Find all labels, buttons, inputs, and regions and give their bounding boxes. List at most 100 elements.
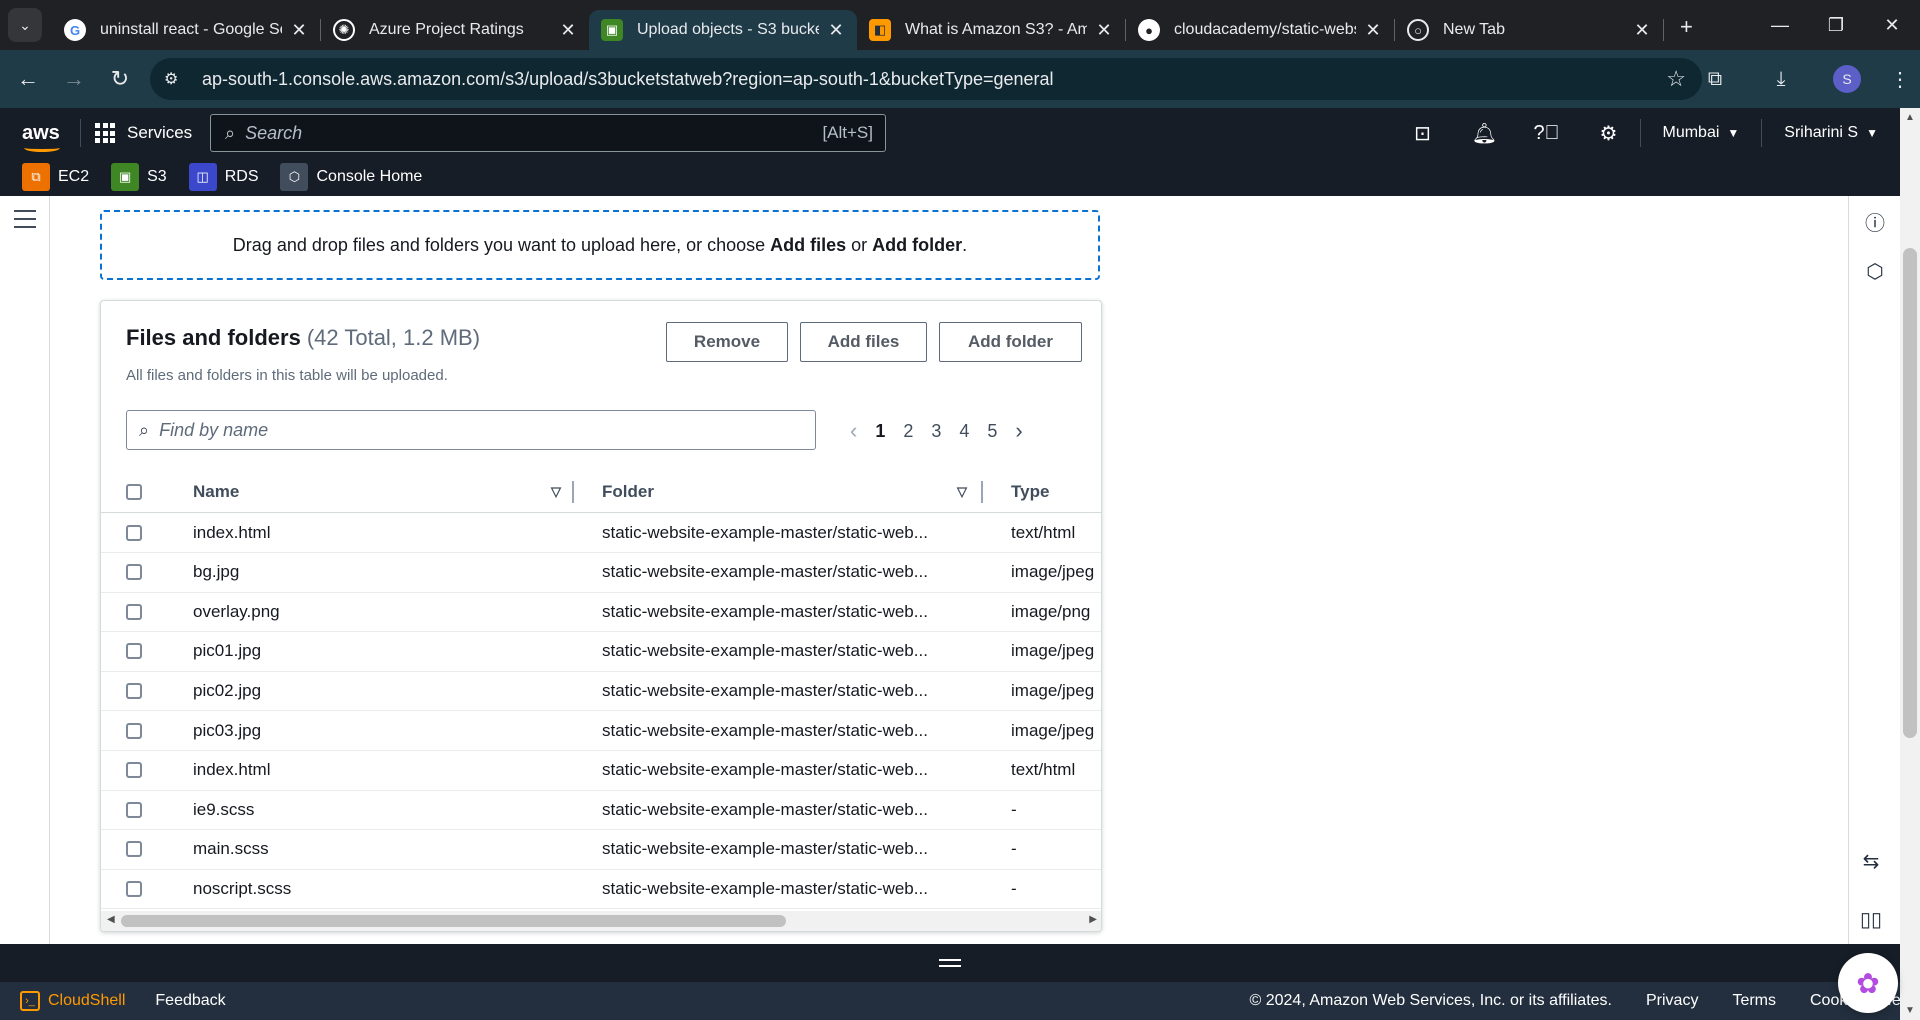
download-icon[interactable]: ⤓ — [1748, 68, 1814, 91]
scrollbar-thumb[interactable] — [1903, 248, 1917, 738]
tab-search-button[interactable]: ⌄ — [8, 8, 42, 42]
table-row[interactable]: noscript.scss static-website-example-mast… — [101, 869, 1101, 910]
browser-tab[interactable]: ○ New Tab ✕ — [1395, 10, 1663, 50]
minimize-icon[interactable]: — — [1752, 0, 1808, 50]
menu-hamburger-icon[interactable] — [14, 210, 36, 234]
scroll-right-icon[interactable]: ▶ — [1089, 914, 1097, 925]
add-folder-button[interactable]: Add folder — [939, 322, 1082, 362]
info-icon[interactable]: ⓘ — [1849, 196, 1901, 246]
restore-icon[interactable]: ❐ — [1808, 0, 1864, 50]
table-row[interactable]: pic01.jpg static-website-example-master/s… — [101, 632, 1101, 672]
close-tab-icon[interactable]: ✕ — [827, 20, 845, 41]
row-checkbox[interactable] — [126, 682, 142, 699]
table-row[interactable]: pic03.jpg static-website-example-master/s… — [101, 711, 1101, 751]
amazon-q-icon[interactable]: ⬡ — [1849, 246, 1901, 296]
row-checkbox[interactable] — [126, 880, 142, 897]
table-row[interactable]: overlay.png static-website-example-master… — [101, 592, 1101, 633]
cloudshell-button[interactable]: ›_ CloudShell — [20, 991, 125, 1011]
page-3[interactable]: 3 — [922, 421, 950, 442]
table-row[interactable]: ie9.scss static-website-example-master/st… — [101, 790, 1101, 831]
column-resizer[interactable] — [572, 481, 574, 503]
row-checkbox[interactable] — [126, 603, 142, 620]
close-tab-icon[interactable]: ✕ — [1633, 20, 1651, 41]
upload-dropzone[interactable]: Drag and drop files and folders you want… — [100, 210, 1100, 280]
close-tab-icon[interactable]: ✕ — [1364, 20, 1382, 41]
cloudshell-icon[interactable]: ⊡ — [1392, 121, 1454, 146]
close-tab-icon[interactable]: ✕ — [1095, 20, 1113, 41]
row-checkbox[interactable] — [126, 841, 142, 858]
table-row[interactable]: main.scss static-website-example-master/s… — [101, 830, 1101, 870]
row-checkbox[interactable] — [126, 722, 142, 739]
scroll-down-icon[interactable]: ▼ — [1905, 1005, 1915, 1016]
browser-tab[interactable]: G uninstall react - Google Se ✕ — [52, 10, 320, 50]
next-page-icon[interactable]: › — [1006, 418, 1031, 444]
row-checkbox[interactable] — [126, 524, 142, 541]
aws-logo[interactable]: aws — [22, 122, 66, 152]
caret-down-icon: ▼ — [1866, 126, 1878, 140]
browser-menu-icon[interactable]: ⋮ — [1880, 67, 1920, 92]
table-row[interactable]: pic02.jpg static-website-example-master/s… — [101, 671, 1101, 712]
find-by-name-input[interactable] — [159, 419, 760, 441]
favorite-ec2[interactable]: ⧉ EC2 — [22, 163, 89, 191]
sort-icon[interactable]: ▽ — [957, 484, 967, 500]
row-checkbox[interactable] — [126, 762, 142, 779]
scrollbar-thumb[interactable] — [121, 915, 786, 927]
row-checkbox[interactable] — [126, 801, 142, 818]
assistant-floating-icon[interactable]: ✿ — [1838, 953, 1898, 1013]
add-files-button[interactable]: Add files — [800, 322, 927, 362]
page-vertical-scrollbar[interactable]: ▲ ▼ — [1900, 108, 1920, 1020]
translate-icon[interactable]: ⇆ — [1852, 842, 1890, 880]
reading-mode-icon[interactable]: ▯▯ — [1852, 900, 1890, 938]
scroll-up-icon[interactable]: ▲ — [1905, 112, 1915, 123]
aws-search-input[interactable]: ⌕ Search [Alt+S] — [210, 114, 886, 152]
close-window-icon[interactable]: ✕ — [1864, 0, 1920, 50]
row-checkbox[interactable] — [126, 564, 142, 581]
profile-avatar[interactable]: S — [1833, 65, 1861, 93]
table-row[interactable]: bg.jpg static-website-example-master/stat… — [101, 553, 1101, 593]
settings-gear-icon[interactable]: ⚙ — [1578, 121, 1640, 146]
row-checkbox[interactable] — [126, 643, 142, 660]
close-tab-icon[interactable]: ✕ — [290, 20, 308, 41]
favorite-s3[interactable]: ▣ S3 — [111, 163, 167, 191]
browser-tab[interactable]: ✺ Azure Project Ratings ✕ — [321, 10, 589, 50]
url-bar[interactable]: ⚙ ap-south-1.console.aws.amazon.com/s3/u… — [150, 58, 1702, 100]
browser-tab[interactable]: ● cloudacademy/static-webs ✕ — [1126, 10, 1394, 50]
close-tab-icon[interactable]: ✕ — [559, 20, 577, 41]
table-row[interactable]: index.html static-website-example-master/… — [101, 751, 1101, 791]
services-menu-button[interactable]: Services — [95, 123, 192, 143]
page-5[interactable]: 5 — [978, 421, 1006, 442]
terms-link[interactable]: Terms — [1732, 992, 1776, 1010]
new-tab-button[interactable]: + — [1680, 14, 1693, 40]
feedback-link[interactable]: Feedback — [155, 992, 225, 1010]
column-resizer[interactable] — [981, 481, 983, 503]
remove-button[interactable]: Remove — [666, 322, 788, 362]
horizontal-scrollbar[interactable]: ◀ ▶ — [101, 911, 1101, 931]
previous-page-icon[interactable]: ‹ — [841, 418, 866, 444]
favorite-rds[interactable]: ◫ RDS — [188, 163, 258, 191]
page-1[interactable]: 1 — [866, 421, 894, 442]
column-header-folder[interactable]: Folder — [602, 482, 654, 502]
browser-tab-active[interactable]: ▣ Upload objects - S3 bucket ✕ — [589, 10, 857, 50]
column-header-name[interactable]: Name — [193, 482, 239, 502]
site-info-icon[interactable]: ⚙ — [164, 69, 192, 89]
scroll-left-icon[interactable]: ◀ — [107, 914, 115, 925]
back-icon[interactable]: ← — [10, 66, 46, 92]
privacy-link[interactable]: Privacy — [1646, 992, 1698, 1010]
page-2[interactable]: 2 — [894, 421, 922, 442]
region-selector[interactable]: Mumbai ▼ — [1641, 124, 1762, 142]
split-panel-handle[interactable] — [0, 944, 1900, 982]
account-menu[interactable]: Sriharini S ▼ — [1762, 124, 1900, 142]
page-4[interactable]: 4 — [950, 421, 978, 442]
sort-icon[interactable]: ▽ — [551, 484, 561, 500]
reload-icon[interactable]: ↻ — [102, 66, 138, 92]
forward-icon[interactable]: → — [56, 66, 92, 92]
help-icon[interactable]: ?⃝ — [1516, 122, 1578, 145]
column-header-type[interactable]: Type — [1011, 482, 1049, 502]
select-all-checkbox[interactable] — [126, 483, 142, 500]
favorite-console-home[interactable]: ⬡ Console Home — [280, 163, 422, 191]
extensions-icon[interactable]: ⧉ — [1682, 68, 1748, 91]
notifications-bell-icon[interactable]: 🔔︎ — [1454, 121, 1516, 146]
browser-tab[interactable]: ◧ What is Amazon S3? - Ama ✕ — [857, 10, 1125, 50]
table-row[interactable]: index.html static-website-example-master/… — [101, 513, 1101, 553]
find-by-name-field[interactable]: ⌕ — [126, 410, 816, 450]
